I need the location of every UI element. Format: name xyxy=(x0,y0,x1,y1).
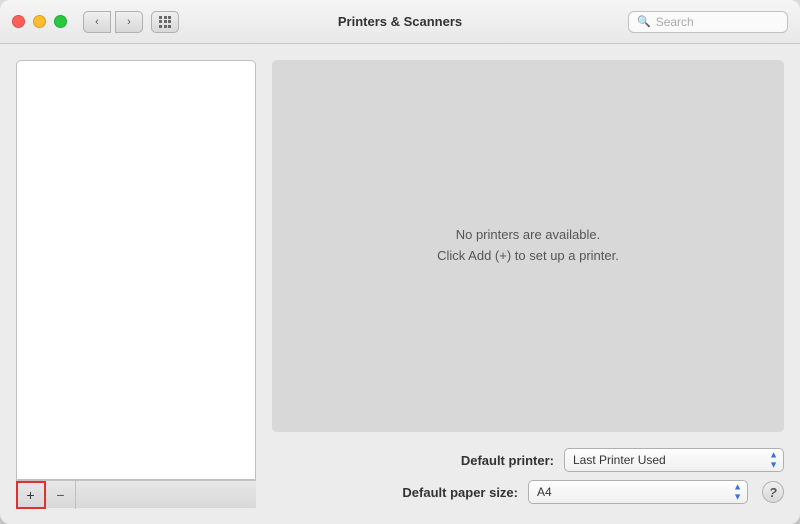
default-printer-select-wrapper: Last Printer Used ▲ ▼ xyxy=(564,448,784,472)
search-input[interactable] xyxy=(656,15,779,29)
forward-button[interactable]: › xyxy=(115,11,143,33)
back-button[interactable]: ‹ xyxy=(83,11,111,33)
right-panel: No printers are available. Click Add (+)… xyxy=(272,60,784,508)
search-box[interactable]: 🔍 xyxy=(628,11,788,33)
printer-list xyxy=(16,60,256,480)
default-paper-size-label: Default paper size: xyxy=(272,485,518,500)
chevron-left-icon: ‹ xyxy=(95,16,99,28)
printer-detail-area: No printers are available. Click Add (+)… xyxy=(272,60,784,432)
no-printer-message: No printers are available. Click Add (+)… xyxy=(437,225,619,267)
minimize-button[interactable] xyxy=(33,15,46,28)
default-printer-row: Default printer: Last Printer Used ▲ ▼ xyxy=(272,448,784,472)
traffic-lights xyxy=(12,15,67,28)
default-paper-size-select-wrapper: A4 Letter Legal ▲ ▼ xyxy=(528,480,748,504)
left-panel: + − xyxy=(16,60,256,508)
close-button[interactable] xyxy=(12,15,25,28)
chevron-right-icon: › xyxy=(127,16,131,28)
default-paper-size-select[interactable]: A4 Letter Legal xyxy=(528,480,748,504)
default-paper-size-row: Default paper size: A4 Letter Legal ▲ ▼ … xyxy=(272,480,784,504)
default-printer-label: Default printer: xyxy=(272,453,554,468)
list-toolbar: + − xyxy=(16,480,256,508)
grid-view-button[interactable] xyxy=(151,11,179,33)
remove-printer-button[interactable]: − xyxy=(46,481,76,509)
window-title: Printers & Scanners xyxy=(338,14,462,29)
grid-icon xyxy=(159,16,171,28)
window: ‹ › Printers & Scanners 🔍 + − xyxy=(0,0,800,524)
nav-buttons: ‹ › xyxy=(83,11,143,33)
no-printer-line1: No printers are available. xyxy=(437,225,619,246)
search-icon: 🔍 xyxy=(637,15,651,28)
maximize-button[interactable] xyxy=(54,15,67,28)
default-printer-select[interactable]: Last Printer Used xyxy=(564,448,784,472)
bottom-controls: Default printer: Last Printer Used ▲ ▼ D… xyxy=(272,448,784,508)
help-button[interactable]: ? xyxy=(762,481,784,503)
no-printer-line2: Click Add (+) to set up a printer. xyxy=(437,246,619,267)
title-bar: ‹ › Printers & Scanners 🔍 xyxy=(0,0,800,44)
main-content: + − No printers are available. Click Add… xyxy=(0,44,800,524)
add-printer-button[interactable]: + xyxy=(16,481,46,509)
